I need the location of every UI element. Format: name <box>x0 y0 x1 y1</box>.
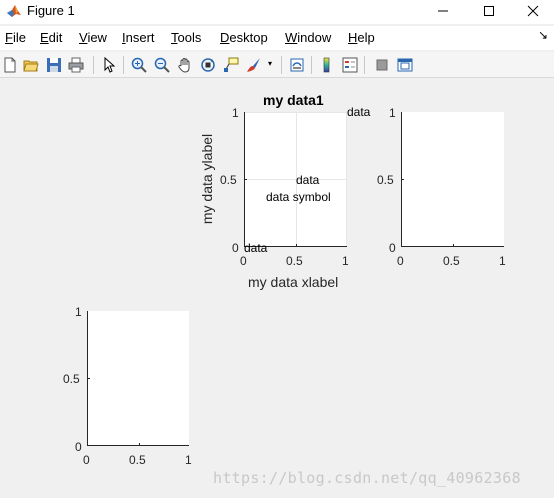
maximize-button[interactable] <box>466 0 512 22</box>
axes-2-ytick-label: 0 <box>389 241 396 255</box>
toolbar-separator <box>311 56 312 74</box>
axes-3-x-tick <box>139 443 140 445</box>
axes-1-xtick-label: 0.5 <box>286 254 303 268</box>
data-cursor-icon[interactable] <box>221 55 241 75</box>
dock-arrow-icon[interactable]: ↘ <box>538 28 548 42</box>
new-figure-icon[interactable] <box>0 55 20 75</box>
axes-3-ytick-label: 0 <box>75 440 82 454</box>
menu-bar: File Edit View Insert Tools Desktop Wind… <box>0 26 554 50</box>
axes-1-x-tick <box>296 244 297 246</box>
axes-3-y-tick <box>88 378 90 379</box>
menu-help[interactable]: Help <box>348 30 375 45</box>
axes-1-ylabel: my data ylabel <box>199 133 216 225</box>
axes-3-xtick-label: 1 <box>185 453 192 467</box>
window-title: Figure 1 <box>27 3 75 18</box>
figure-canvas[interactable]: my data1 1 0.5 0 0 0.5 1 my data xlabel … <box>0 79 554 498</box>
colorbar-icon[interactable] <box>317 55 337 75</box>
axes-2-xtick-label: 0.5 <box>443 254 460 268</box>
menu-window[interactable]: Window <box>285 30 331 45</box>
axes-1-xtick-label: 1 <box>342 254 349 268</box>
zoom-out-icon[interactable] <box>152 55 172 75</box>
pan-hand-icon[interactable] <box>175 55 195 75</box>
edit-plot-arrow-icon[interactable] <box>99 55 119 75</box>
axes-1-text-data: data <box>296 173 320 187</box>
show-plot-tools-icon[interactable] <box>395 55 415 75</box>
axes-3-ytick-label: 0.5 <box>63 372 80 386</box>
axes-1-x-gridline <box>346 112 347 246</box>
close-button[interactable] <box>510 0 554 22</box>
window-title-bar: Figure 1 <box>0 0 554 24</box>
brush-dropdown-icon[interactable]: ▾ <box>268 59 272 68</box>
axes-1-ytick-label: 0.5 <box>220 173 237 187</box>
axes-1-text-data-symbol: data symbol <box>266 190 331 204</box>
axes-2-ytick-label: 1 <box>389 106 396 120</box>
axes-3-xtick-label: 0.5 <box>129 453 146 467</box>
axes-1-ytick-label: 0 <box>232 241 239 255</box>
toolbar-separator <box>364 56 365 74</box>
axes-3-plot-area[interactable] <box>87 311 189 446</box>
save-icon[interactable] <box>44 55 64 75</box>
axes-1-text-data: data <box>347 105 371 119</box>
axes-2-xtick-label: 0 <box>397 254 404 268</box>
axes-3-ytick-label: 1 <box>75 305 82 319</box>
axes-3-xtick-label: 0 <box>83 453 90 467</box>
figure-toolbar: ▾ <box>0 52 554 78</box>
axes-1-ytick-label: 1 <box>232 106 239 120</box>
axes-1-xtick-label: 0 <box>240 254 247 268</box>
axes-1-xlabel: my data xlabel <box>248 274 339 290</box>
zoom-in-icon[interactable] <box>129 55 149 75</box>
axes-2-xtick-label: 1 <box>499 254 506 268</box>
axes-2-plot-area[interactable] <box>401 112 504 247</box>
legend-icon[interactable] <box>340 55 360 75</box>
open-file-icon[interactable] <box>21 55 41 75</box>
link-plot-icon[interactable] <box>287 55 307 75</box>
toolbar-separator <box>123 56 124 74</box>
watermark-text: https://blog.csdn.net/qq_40962368 <box>213 469 521 487</box>
matlab-logo-icon <box>6 3 22 19</box>
hide-plot-tools-icon[interactable] <box>372 55 392 75</box>
axes-1-y-gridline <box>245 112 347 113</box>
menu-desktop[interactable]: Desktop <box>220 30 268 45</box>
menu-view[interactable]: View <box>79 30 107 45</box>
toolbar-separator <box>281 56 282 74</box>
axes-1-y-tick <box>245 179 247 180</box>
minimize-button[interactable] <box>420 0 466 22</box>
axes-1-title: my data1 <box>263 92 324 108</box>
menu-edit[interactable]: Edit <box>40 30 62 45</box>
menu-file[interactable]: File <box>5 30 26 45</box>
axes-2-ytick-label: 0.5 <box>377 173 394 187</box>
brush-icon[interactable] <box>244 55 264 75</box>
print-icon[interactable] <box>66 55 86 75</box>
menu-insert[interactable]: Insert <box>122 30 155 45</box>
rotate-3d-icon[interactable] <box>198 55 218 75</box>
toolbar-separator <box>93 56 94 74</box>
axes-2-y-tick <box>402 179 404 180</box>
axes-2-x-tick <box>453 244 454 246</box>
axes-1-text-data: data <box>244 241 268 255</box>
menu-tools[interactable]: Tools <box>171 30 201 45</box>
